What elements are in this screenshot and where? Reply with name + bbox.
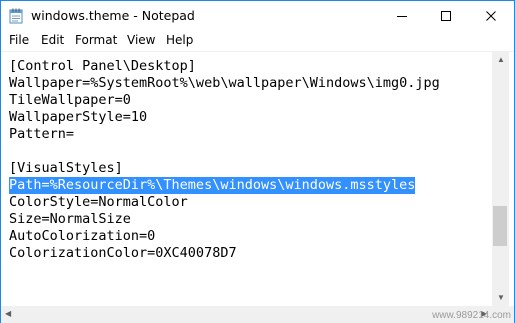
- menu-bar: File Edit Format View Help: [1, 31, 514, 51]
- text-line: Wallpaper=%SystemRoot%\web\wallpaper\Win…: [9, 75, 440, 91]
- menu-format[interactable]: Format: [75, 33, 117, 47]
- close-button[interactable]: [468, 1, 514, 31]
- maximize-button[interactable]: [424, 1, 468, 31]
- title-bar[interactable]: windows.theme - Notepad: [1, 1, 514, 31]
- close-icon: [486, 11, 496, 21]
- menu-help[interactable]: Help: [166, 33, 193, 47]
- text-line: ColorizationColor=0XC40078D7: [9, 245, 237, 261]
- text-line: Pattern=: [9, 126, 75, 142]
- window-title: windows.theme - Notepad: [31, 8, 195, 23]
- text-line: ColorStyle=NormalColor: [9, 194, 188, 210]
- minimize-icon: [397, 16, 407, 17]
- scroll-up-arrow-icon[interactable]: ▲: [497, 56, 505, 64]
- text-area[interactable]: [Control Panel\Desktop] Wallpaper=%Syste…: [1, 52, 492, 306]
- scroll-down-arrow-icon[interactable]: ▼: [497, 294, 505, 302]
- menu-view[interactable]: View: [127, 33, 155, 47]
- text-line: [Control Panel\Desktop]: [9, 58, 196, 74]
- vertical-scrollbar[interactable]: ▲ ▼: [492, 52, 509, 306]
- text-line: WallpaperStyle=10: [9, 109, 148, 125]
- scroll-left-arrow-icon[interactable]: ◀: [5, 310, 11, 318]
- minimize-button[interactable]: [380, 1, 424, 31]
- text-line: AutoColorization=0: [9, 228, 156, 244]
- menu-file[interactable]: File: [9, 33, 29, 47]
- maximize-icon: [441, 11, 451, 21]
- notepad-icon: [9, 8, 23, 24]
- menu-edit[interactable]: Edit: [41, 33, 64, 47]
- editor: [Control Panel\Desktop] Wallpaper=%Syste…: [1, 51, 514, 323]
- vertical-scroll-thumb[interactable]: [493, 206, 507, 246]
- notepad-window: windows.theme - Notepad File Edit Format…: [0, 0, 515, 323]
- text-line: Size=NormalSize: [9, 211, 131, 227]
- text-line: [VisualStyles]: [9, 160, 123, 176]
- watermark: www.989214.com: [432, 310, 511, 321]
- text-line: TileWallpaper=0: [9, 92, 131, 108]
- selected-text-line: Path=%ResourceDir%\Themes\windows\window…: [9, 177, 416, 194]
- horizontal-scrollbar[interactable]: ◀ ▶: [1, 306, 492, 323]
